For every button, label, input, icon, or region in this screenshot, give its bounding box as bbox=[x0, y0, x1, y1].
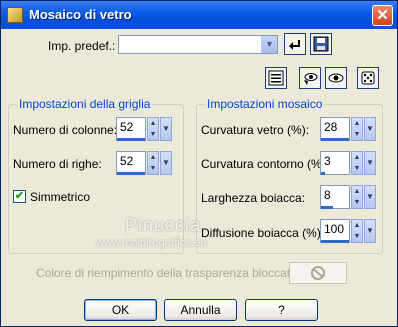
columns-stepper[interactable]: ▲ ▼ bbox=[147, 117, 159, 141]
reset-button[interactable] bbox=[284, 33, 306, 55]
grout-diffusion-label: Diffusione boiacca (%): bbox=[201, 226, 325, 240]
chevron-down-icon[interactable]: ▼ bbox=[364, 117, 376, 141]
grout-width-stepper[interactable]: ▲ ▼ bbox=[351, 185, 363, 209]
grout-diffusion-spinner[interactable]: 100 ▲ ▼ ▼ bbox=[320, 219, 376, 244]
list-view-icon bbox=[268, 70, 284, 86]
preset-label: Imp. predef.: bbox=[48, 39, 116, 53]
app-icon bbox=[7, 7, 23, 23]
chevron-down-icon[interactable]: ▼ bbox=[364, 185, 376, 209]
watermark-url: www.maidiregrafica.eu bbox=[96, 237, 207, 249]
undo-arrow-icon bbox=[289, 40, 300, 50]
grout-width-spinner[interactable]: 8 ▲ ▼ ▼ bbox=[320, 185, 376, 210]
chevron-down-icon[interactable]: ▼ bbox=[160, 151, 172, 175]
dice-icon bbox=[361, 71, 375, 85]
grout-width-label: Larghezza boiacca: bbox=[201, 191, 306, 205]
save-disk-icon bbox=[313, 36, 329, 52]
eye-icon bbox=[328, 73, 344, 83]
preset-dropdown[interactable]: ▼ bbox=[118, 35, 278, 54]
cancel-button[interactable]: Annulla bbox=[164, 299, 237, 321]
eye-pointer-icon bbox=[304, 73, 318, 85]
grout-width-slider-bar[interactable] bbox=[321, 206, 333, 209]
window-title: Mosaico di vetro bbox=[29, 7, 132, 22]
columns-label: Numero di colonne: bbox=[13, 123, 118, 137]
edge-curvature-label: Curvatura contorno (%): bbox=[201, 157, 330, 171]
close-icon: ✕ bbox=[376, 7, 389, 24]
chevron-down-icon[interactable]: ▼ bbox=[364, 151, 376, 175]
chevron-down-icon[interactable]: ▼ bbox=[364, 219, 376, 243]
symmetric-label[interactable]: Simmetrico bbox=[30, 190, 90, 204]
no-color-icon bbox=[311, 266, 325, 280]
rows-label: Numero di righe: bbox=[13, 157, 102, 171]
grout-diffusion-slider-bar[interactable] bbox=[321, 240, 349, 243]
columns-slider-bar[interactable] bbox=[117, 138, 145, 141]
columns-spinner[interactable]: 52 ▲ ▼ ▼ bbox=[116, 117, 172, 142]
randomize-button[interactable] bbox=[357, 67, 379, 89]
rows-stepper[interactable]: ▲ ▼ bbox=[147, 151, 159, 175]
glass-curvature-spinner[interactable]: 28 ▲ ▼ ▼ bbox=[320, 117, 376, 142]
rows-spinner[interactable]: 52 ▲ ▼ ▼ bbox=[116, 151, 172, 176]
settings-list-button[interactable] bbox=[265, 67, 287, 89]
title-bar[interactable]: Mosaico di vetro ✕ bbox=[1, 1, 397, 29]
symmetric-checkbox[interactable]: ✔ bbox=[13, 190, 26, 203]
dialog-window: Mosaico di vetro ✕ Imp. predef.: ▼ Impos… bbox=[0, 0, 398, 327]
transparency-fill-label: Colore di riempimento della trasparenza … bbox=[36, 266, 301, 280]
edge-curvature-slider-bar[interactable] bbox=[321, 172, 325, 175]
close-button[interactable]: ✕ bbox=[372, 5, 393, 26]
edge-curvature-spinner[interactable]: 3 ▲ ▼ ▼ bbox=[320, 151, 376, 176]
glass-curvature-stepper[interactable]: ▲ ▼ bbox=[351, 117, 363, 141]
preview-on-image-button[interactable] bbox=[299, 67, 321, 89]
rows-slider-bar[interactable] bbox=[117, 172, 145, 175]
transparency-fill-color-button[interactable] bbox=[289, 262, 347, 284]
mosaic-settings-title: Impostazioni mosaico bbox=[205, 97, 325, 111]
grid-settings-title: Impostazioni della griglia bbox=[17, 97, 153, 111]
glass-curvature-label: Curvatura vetro (%): bbox=[201, 123, 310, 137]
edge-curvature-stepper[interactable]: ▲ ▼ bbox=[351, 151, 363, 175]
grout-diffusion-stepper[interactable]: ▲ ▼ bbox=[351, 219, 363, 243]
ok-button[interactable]: OK bbox=[84, 299, 157, 321]
save-preset-button[interactable] bbox=[310, 33, 332, 55]
watermark-name: Pinuccia bbox=[125, 215, 202, 235]
glass-curvature-slider-bar[interactable] bbox=[321, 138, 349, 141]
chevron-down-icon[interactable]: ▼ bbox=[261, 36, 277, 53]
help-button[interactable]: ? bbox=[245, 299, 318, 321]
toggle-preview-button[interactable] bbox=[325, 67, 347, 89]
chevron-down-icon[interactable]: ▼ bbox=[160, 117, 172, 141]
